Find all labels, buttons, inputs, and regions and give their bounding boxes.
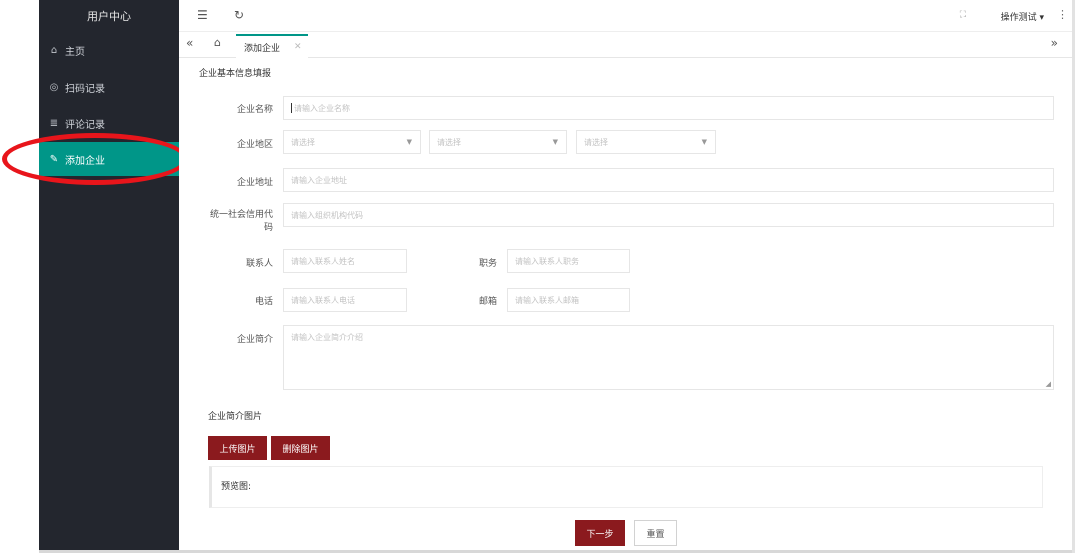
- email-label: 邮箱: [478, 297, 497, 307]
- edit-icon: ✎: [49, 153, 59, 165]
- sidebar-item-label: 主页: [65, 46, 85, 58]
- placeholder-text: 请输入联系人电话: [291, 295, 355, 305]
- frame-edge: [1072, 0, 1075, 553]
- company-address-label: 企业地址: [236, 178, 273, 188]
- chevron-down-icon: ▾: [1039, 13, 1044, 23]
- intro-images-label: 企业简介图片: [208, 412, 263, 422]
- fullscreen-icon[interactable]: ⛶: [960, 10, 966, 20]
- sidebar-item-scan-records[interactable]: ◎ 扫码记录: [39, 70, 179, 104]
- section-title: 企业基本信息填报: [199, 69, 272, 79]
- menu-toggle-icon[interactable]: ☰: [197, 8, 208, 22]
- company-intro-label: 企业简介: [236, 335, 273, 345]
- tab-label: 添加企业: [244, 43, 281, 54]
- scroll-right-icon[interactable]: »: [1051, 36, 1058, 50]
- sidebar-title: 用户中心: [87, 10, 131, 23]
- scroll-left-icon[interactable]: «: [186, 36, 193, 50]
- refresh-icon[interactable]: ↻: [234, 8, 244, 22]
- more-options-icon[interactable]: ⋮: [1057, 8, 1068, 21]
- sidebar-item-home[interactable]: ⌂ 主页: [39, 33, 179, 67]
- frame-shadow: [39, 550, 1072, 553]
- user-name: 操作测试: [1000, 13, 1037, 23]
- image-preview-box: 预览图:: [209, 466, 1043, 508]
- placeholder-text: 请选择: [291, 137, 315, 147]
- placeholder-text: 请输入联系人职务: [515, 256, 579, 266]
- city-select[interactable]: 请选择 ▼: [429, 130, 567, 154]
- placeholder-text: 请输入企业地址: [291, 175, 347, 185]
- text-cursor: [291, 103, 292, 113]
- sidebar-item-label: 添加企业: [65, 155, 105, 167]
- email-input[interactable]: 请输入联系人邮箱: [507, 288, 630, 312]
- caret-down-icon: ▼: [406, 138, 412, 146]
- placeholder-text: 请输入联系人姓名: [291, 256, 355, 266]
- delete-image-button[interactable]: 删除图片: [271, 436, 330, 460]
- credit-code-input[interactable]: 请输入组织机构代码: [283, 203, 1054, 227]
- form-footer: 下一步 重置: [179, 508, 1072, 550]
- company-address-input[interactable]: 请输入企业地址: [283, 168, 1054, 192]
- placeholder-text: 请输入联系人邮箱: [515, 295, 579, 305]
- sidebar-item-add-company[interactable]: ✎ 添加企业: [39, 142, 179, 176]
- company-name-input[interactable]: 请输入企业名称: [283, 96, 1054, 120]
- company-intro-textarea[interactable]: 请输入企业简介介绍 ◢: [283, 325, 1054, 390]
- placeholder-text: 请输入企业简介介绍: [291, 333, 363, 342]
- app-window: 用户中心 ⌂ 主页 ◎ 扫码记录 ≣ 评论记录 ✎ 添加企业 ☰ ↻ ⛶ 操作测…: [0, 0, 1080, 559]
- placeholder-text: 请选择: [437, 137, 461, 147]
- home-tab-icon[interactable]: ⌂: [214, 36, 221, 49]
- sidebar: 用户中心 ⌂ 主页 ◎ 扫码记录 ≣ 评论记录 ✎ 添加企业: [39, 0, 179, 550]
- preview-label: 预览图:: [221, 482, 252, 492]
- phone-label: 电话: [254, 297, 273, 307]
- list-icon: ≣: [49, 117, 59, 129]
- form-area: 企业基本信息填报 企业名称 请输入企业名称 企业地区 请选择 ▼ 请选择 ▼ 请…: [179, 58, 1072, 508]
- sidebar-item-label: 评论记录: [65, 119, 105, 131]
- tab-bar: « ⌂ 添加企业 ✕ »: [179, 32, 1072, 58]
- company-region-label: 企业地区: [236, 140, 273, 150]
- sidebar-item-label: 扫码记录: [65, 83, 105, 95]
- position-input[interactable]: 请输入联系人职务: [507, 249, 630, 273]
- top-bar: ☰ ↻ ⛶ 操作测试 ▾ ⋮: [179, 0, 1072, 32]
- district-select[interactable]: 请选择 ▼: [576, 130, 716, 154]
- close-icon[interactable]: ✕: [294, 42, 302, 52]
- placeholder-text: 请选择: [584, 137, 608, 147]
- next-step-button[interactable]: 下一步: [575, 520, 625, 546]
- upload-image-button[interactable]: 上传图片: [208, 436, 267, 460]
- contact-label: 联系人: [245, 259, 273, 269]
- province-select[interactable]: 请选择 ▼: [283, 130, 421, 154]
- position-label: 职务: [478, 259, 497, 269]
- resize-handle-icon[interactable]: ◢: [1046, 380, 1051, 388]
- caret-down-icon: ▼: [701, 138, 707, 146]
- placeholder-text: 请输入企业名称: [294, 103, 350, 113]
- tab-add-company[interactable]: 添加企业 ✕: [236, 34, 308, 58]
- reset-button[interactable]: 重置: [634, 520, 677, 546]
- caret-down-icon: ▼: [552, 138, 558, 146]
- credit-code-label: 统一社会信用代码: [209, 210, 273, 233]
- contact-input[interactable]: 请输入联系人姓名: [283, 249, 407, 273]
- placeholder-text: 请输入组织机构代码: [291, 210, 363, 220]
- phone-input[interactable]: 请输入联系人电话: [283, 288, 407, 312]
- user-menu[interactable]: 操作测试 ▾: [1001, 10, 1044, 23]
- sidebar-item-comment-records[interactable]: ≣ 评论记录: [39, 106, 179, 140]
- company-name-label: 企业名称: [236, 105, 273, 115]
- home-icon: ⌂: [50, 44, 58, 56]
- scan-icon: ◎: [49, 81, 59, 93]
